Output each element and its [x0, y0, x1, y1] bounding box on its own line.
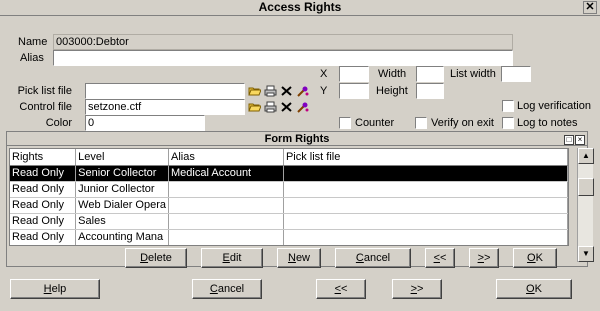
cell-alias[interactable] [168, 213, 284, 230]
height-input[interactable] [416, 83, 444, 99]
delete-x-icon[interactable] [280, 101, 293, 113]
printer-icon[interactable] [264, 101, 277, 113]
log-to-notes-checkbox[interactable] [502, 117, 514, 129]
form-rights-panel: Form Rights □ × Rights Level Alias Pick l… [6, 131, 594, 268]
footer-ok-button[interactable]: OK [496, 279, 572, 299]
cell-pick-list-file[interactable] [283, 229, 568, 245]
ok-button[interactable]: OK [513, 248, 557, 268]
close-icon[interactable]: ✕ [583, 1, 597, 14]
height-label: Height [376, 85, 408, 97]
delete-x-icon[interactable] [280, 85, 293, 97]
y-input[interactable] [339, 83, 369, 99]
scroll-up-icon[interactable]: ▲ [578, 148, 594, 164]
cell-pick-list-file[interactable] [283, 181, 568, 198]
cell-level[interactable]: Web Dialer Opera [75, 197, 170, 214]
cell-alias[interactable]: Medical Account [168, 165, 284, 182]
form-rights-title: Form Rights [7, 132, 587, 146]
next-button[interactable]: >> [469, 248, 499, 268]
table-row[interactable]: Read Only Junior Collector [10, 181, 568, 198]
table-header-row: Rights Level Alias Pick list file [10, 149, 568, 166]
name-label: Name [18, 36, 48, 48]
cell-alias[interactable] [168, 229, 284, 245]
close-icon[interactable]: × [575, 135, 585, 145]
column-header-alias[interactable]: Alias [168, 149, 284, 166]
width-input[interactable] [416, 66, 444, 82]
cell-level[interactable]: Senior Collector [75, 165, 170, 182]
window-title: Access Rights [0, 0, 600, 16]
help-button[interactable]: Help [10, 279, 100, 299]
wizard-icon[interactable] [296, 85, 309, 97]
list-width-label: List width [450, 68, 496, 80]
wizard-icon[interactable] [296, 101, 309, 113]
footer-cancel-button[interactable]: Cancel [192, 279, 262, 299]
table-row[interactable]: Read Only Web Dialer Opera [10, 197, 568, 214]
counter-label: Counter [355, 117, 395, 129]
x-label: X [320, 68, 328, 80]
scroll-thumb[interactable] [578, 178, 594, 196]
table-row[interactable]: Read Only Accounting Mana [10, 229, 568, 245]
cell-rights[interactable]: Read Only [10, 165, 77, 182]
pick-list-label: Pick list file [17, 85, 72, 97]
cell-level[interactable]: Accounting Mana [75, 229, 170, 245]
x-input[interactable] [339, 66, 369, 82]
cell-rights[interactable]: Read Only [10, 229, 77, 245]
pick-list-input[interactable] [85, 83, 245, 99]
control-file-tools [248, 101, 310, 115]
column-header-rights[interactable]: Rights [10, 149, 77, 166]
open-folder-icon[interactable] [248, 85, 262, 97]
table-row[interactable]: Read Only Senior Collector Medical Accou… [10, 165, 568, 182]
list-width-input[interactable] [501, 66, 531, 82]
color-input[interactable]: 0 [85, 115, 205, 131]
width-label: Width [378, 68, 407, 80]
cell-level[interactable]: Sales [75, 213, 170, 230]
footer-previous-button[interactable]: << [316, 279, 366, 299]
log-verification-checkbox[interactable] [502, 100, 514, 112]
cell-alias[interactable] [168, 181, 284, 198]
control-file-label: Control file [19, 101, 72, 113]
cell-rights[interactable]: Read Only [10, 181, 77, 198]
cell-pick-list-file[interactable] [283, 197, 568, 214]
scroll-down-icon[interactable]: ▼ [578, 246, 594, 262]
alias-input[interactable] [53, 50, 513, 66]
color-label: Color [45, 117, 72, 129]
printer-icon[interactable] [264, 85, 277, 97]
edit-button[interactable]: Edit [201, 248, 263, 268]
form-rights-table: Rights Level Alias Pick list file Read O… [10, 149, 568, 245]
cell-rights[interactable]: Read Only [10, 213, 77, 230]
log-verification-label: Log verification [517, 100, 591, 112]
open-folder-icon[interactable] [248, 101, 262, 113]
control-file-input[interactable]: setzone.ctf [85, 99, 245, 115]
new-button[interactable]: New [277, 248, 321, 268]
delete-button[interactable]: Delete [125, 248, 187, 268]
cell-level[interactable]: Junior Collector [75, 181, 170, 198]
counter-checkbox[interactable] [339, 117, 351, 129]
panel-window-buttons: □ × [563, 133, 585, 145]
cancel-button[interactable]: Cancel [335, 248, 411, 268]
column-header-pick-list-file[interactable]: Pick list file [283, 149, 568, 166]
cell-pick-list-file[interactable] [283, 165, 568, 182]
name-field: 003000:Debtor [53, 34, 513, 50]
pick-list-tools [248, 85, 310, 99]
verify-on-exit-checkbox[interactable] [415, 117, 427, 129]
verify-on-exit-label: Verify on exit [431, 117, 494, 129]
previous-button[interactable]: << [425, 248, 455, 268]
y-label: Y [320, 85, 328, 97]
column-header-level[interactable]: Level [75, 149, 170, 166]
alias-label: Alias [20, 52, 44, 64]
footer-next-button[interactable]: >> [392, 279, 442, 299]
log-to-notes-label: Log to notes [517, 117, 578, 129]
maximize-icon[interactable]: □ [564, 135, 574, 145]
table-row[interactable]: Read Only Sales [10, 213, 568, 230]
grid-vertical-scrollbar[interactable]: ▲ ▼ [577, 148, 594, 262]
cell-alias[interactable] [168, 197, 284, 214]
cell-pick-list-file[interactable] [283, 213, 568, 230]
cell-rights[interactable]: Read Only [10, 197, 77, 214]
form-rights-grid: Rights Level Alias Pick list file Read O… [9, 148, 569, 246]
